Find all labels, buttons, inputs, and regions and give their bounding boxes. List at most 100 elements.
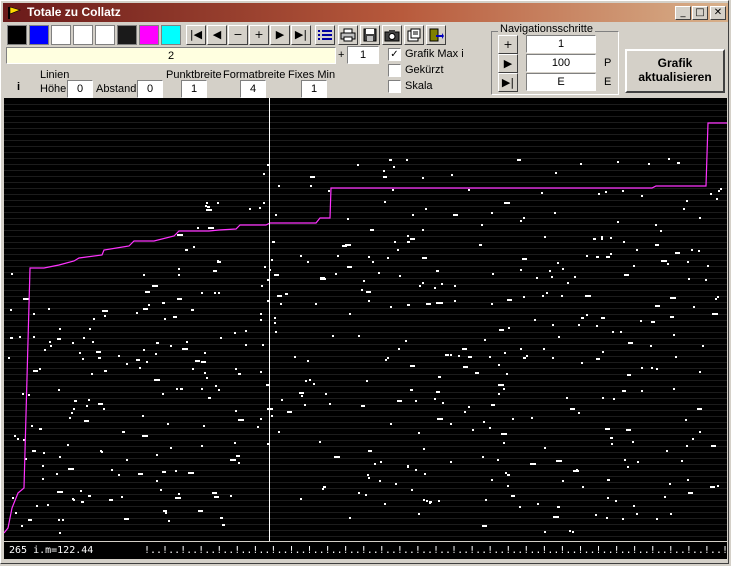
data-point bbox=[415, 469, 417, 471]
data-point bbox=[319, 441, 321, 443]
data-point bbox=[208, 397, 211, 399]
data-point bbox=[72, 342, 74, 344]
nav-page-field[interactable]: 100 bbox=[526, 54, 596, 72]
next-button[interactable]: ▶ bbox=[270, 25, 290, 45]
data-point bbox=[656, 518, 658, 520]
data-point bbox=[419, 285, 421, 287]
minimize-button[interactable]: _ bbox=[675, 6, 691, 20]
data-point bbox=[347, 218, 349, 220]
skala-checkbox[interactable] bbox=[388, 80, 401, 93]
plus-label: + bbox=[338, 49, 345, 61]
data-point bbox=[578, 324, 580, 326]
color-swatch[interactable] bbox=[95, 25, 115, 45]
data-point bbox=[126, 459, 128, 461]
data-point bbox=[62, 519, 64, 521]
data-point bbox=[492, 273, 494, 275]
data-point bbox=[47, 504, 49, 506]
data-point bbox=[168, 520, 170, 522]
data-point bbox=[58, 389, 60, 391]
data-point bbox=[57, 338, 61, 340]
properties-button[interactable] bbox=[404, 25, 424, 45]
color-swatch[interactable] bbox=[7, 25, 27, 45]
title-bar[interactable]: Totale zu Collatz _ □ ✕ bbox=[3, 3, 728, 22]
data-point bbox=[124, 518, 129, 520]
data-point bbox=[307, 360, 309, 362]
exit-button[interactable] bbox=[426, 25, 446, 45]
data-point bbox=[517, 159, 521, 161]
fixesmin-field[interactable]: 1 bbox=[301, 80, 327, 98]
update-graph-button[interactable]: Grafik aktualisieren bbox=[625, 49, 725, 93]
data-point bbox=[92, 341, 94, 343]
step-field[interactable]: 1 bbox=[347, 46, 379, 64]
data-point bbox=[234, 332, 236, 334]
data-point bbox=[361, 289, 363, 291]
number-field[interactable]: 2 bbox=[6, 47, 336, 64]
nav-end-unit: E bbox=[604, 76, 612, 88]
maximize-icon: □ bbox=[695, 7, 705, 18]
first-button[interactable]: |◀ bbox=[186, 25, 206, 45]
data-point bbox=[633, 505, 635, 507]
data-point bbox=[536, 277, 538, 279]
data-point bbox=[234, 442, 236, 444]
decrement-button[interactable]: − bbox=[228, 25, 248, 45]
camera-button[interactable] bbox=[382, 25, 402, 45]
gekuerzt-checkbox[interactable] bbox=[388, 64, 401, 77]
nav-step-field[interactable]: 1 bbox=[526, 35, 596, 53]
data-point bbox=[203, 425, 205, 427]
hoehe-field[interactable]: 0 bbox=[67, 80, 93, 98]
nav-step-button[interactable]: + bbox=[498, 35, 518, 54]
data-point bbox=[454, 300, 456, 302]
data-point bbox=[173, 316, 177, 318]
data-point bbox=[389, 159, 392, 161]
color-swatch[interactable] bbox=[73, 25, 93, 45]
previous-button[interactable]: ◀ bbox=[207, 25, 227, 45]
abstand-field[interactable]: 0 bbox=[137, 80, 163, 98]
color-swatch[interactable] bbox=[29, 25, 49, 45]
plot-canvas bbox=[3, 98, 727, 541]
grafik-max-checkbox[interactable]: ✓ bbox=[388, 48, 401, 61]
color-swatch[interactable] bbox=[117, 25, 137, 45]
print-button[interactable] bbox=[338, 25, 358, 45]
data-point bbox=[300, 255, 302, 257]
nav-page-button[interactable]: ▶ bbox=[498, 54, 518, 73]
color-swatch[interactable] bbox=[139, 25, 159, 45]
data-point bbox=[390, 423, 392, 425]
nav-end-button[interactable]: ▶| bbox=[498, 73, 518, 92]
nav-end-field[interactable]: E bbox=[526, 73, 596, 91]
data-point bbox=[238, 419, 244, 421]
data-point bbox=[332, 335, 334, 337]
formatbreite-field[interactable]: 4 bbox=[240, 80, 266, 98]
close-button[interactable]: ✕ bbox=[710, 6, 726, 20]
plot-area[interactable] bbox=[3, 98, 727, 541]
increment-button[interactable]: + bbox=[249, 25, 269, 45]
maximize-button[interactable]: □ bbox=[692, 6, 708, 20]
data-point bbox=[622, 518, 624, 520]
data-point bbox=[558, 336, 560, 338]
data-point bbox=[573, 470, 579, 472]
data-point bbox=[215, 385, 217, 387]
list-button[interactable] bbox=[315, 25, 335, 45]
data-point bbox=[320, 278, 326, 280]
data-point bbox=[482, 456, 484, 458]
data-point bbox=[235, 410, 237, 412]
data-point bbox=[272, 241, 275, 243]
color-swatch[interactable] bbox=[51, 25, 71, 45]
data-point bbox=[655, 244, 659, 246]
data-point bbox=[262, 344, 264, 346]
data-point bbox=[675, 252, 680, 254]
minimize-icon: _ bbox=[680, 7, 686, 18]
data-point bbox=[118, 355, 120, 357]
data-point bbox=[98, 357, 101, 359]
punktbreite-field[interactable]: 1 bbox=[181, 80, 207, 98]
data-point bbox=[109, 499, 113, 501]
data-point bbox=[669, 483, 671, 485]
data-point bbox=[28, 394, 30, 396]
save-button[interactable] bbox=[360, 25, 380, 45]
data-point bbox=[595, 514, 597, 516]
last-button[interactable]: ▶| bbox=[291, 25, 311, 45]
data-point bbox=[138, 473, 143, 475]
data-point bbox=[438, 500, 440, 502]
color-swatch[interactable] bbox=[161, 25, 181, 45]
data-point bbox=[245, 330, 247, 332]
data-point bbox=[50, 345, 52, 347]
